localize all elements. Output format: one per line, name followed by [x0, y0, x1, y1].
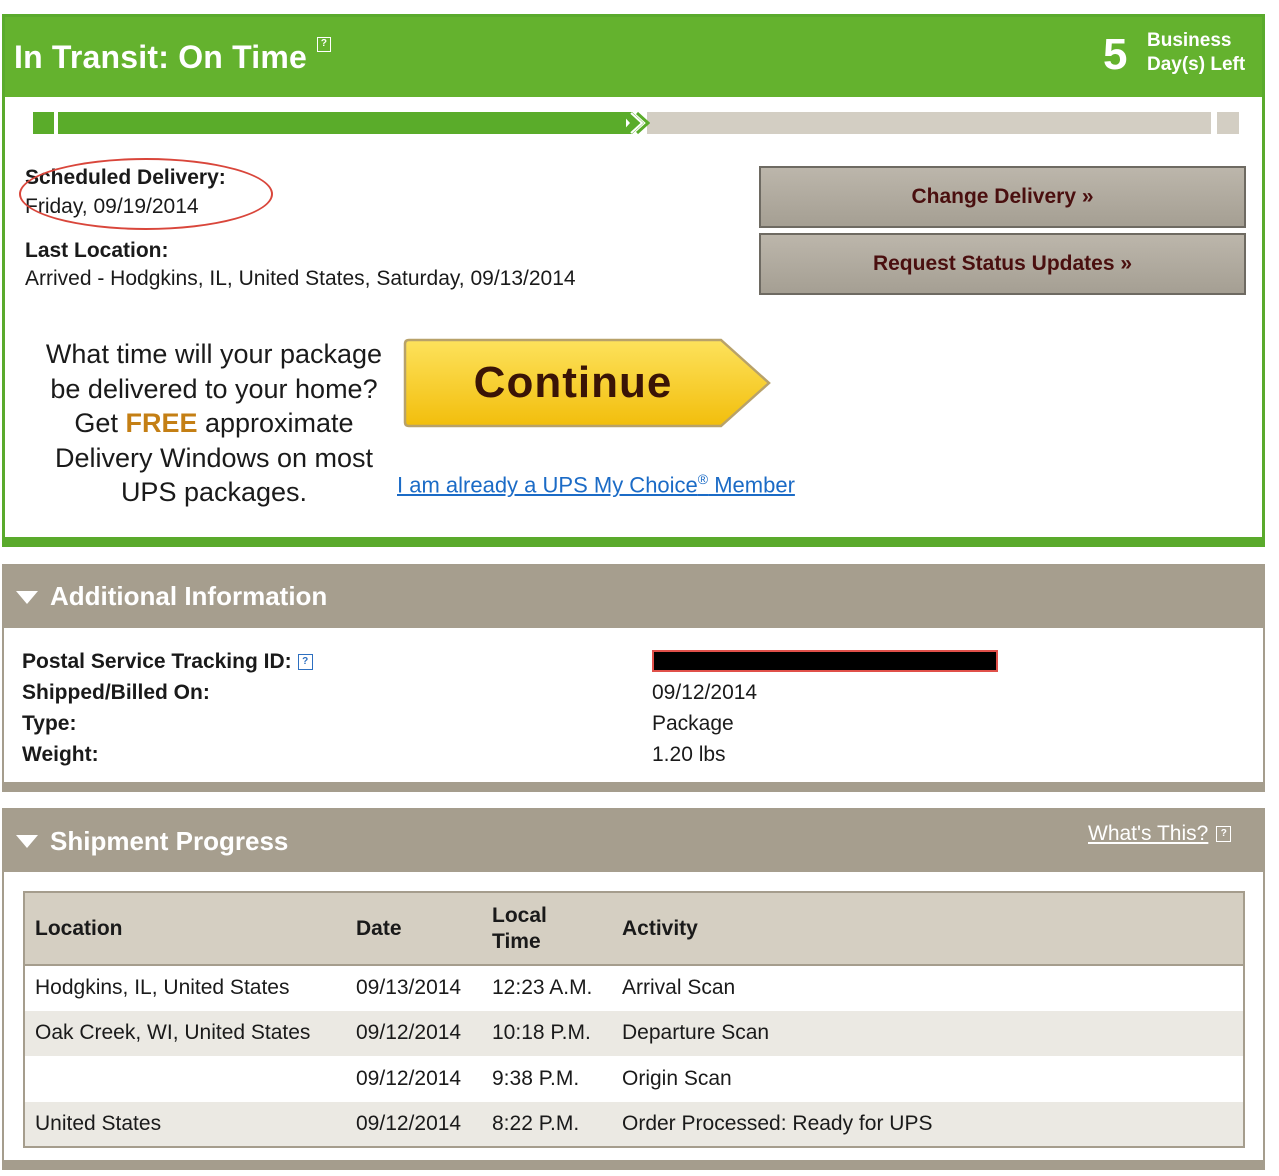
continue-button-label: Continue: [473, 358, 673, 407]
cell-date: 09/13/2014: [356, 976, 462, 1000]
promo-line: be delivered to your home?: [50, 373, 378, 404]
shipment-progress-header[interactable]: Shipment Progress What's This??: [4, 810, 1263, 872]
cell-date: 09/12/2014: [356, 1066, 462, 1090]
progress-fill: [58, 112, 626, 134]
days-left-label: Business Day(s) Left: [1147, 29, 1245, 77]
table-row: Hodgkins, IL, United States 09/13/2014 1…: [24, 965, 1244, 1011]
help-icon[interactable]: ?: [297, 654, 313, 671]
help-icon[interactable]: ?: [317, 37, 332, 52]
weight-value: 1.20 lbs: [652, 743, 726, 766]
last-location-value: Arrived - Hodgkins, IL, United States, S…: [25, 267, 576, 290]
shipped-on-value: 09/12/2014: [652, 681, 758, 704]
cell-date: 09/12/2014: [346, 1101, 482, 1147]
promo-line: Delivery Windows on most: [54, 442, 374, 473]
table-header-row: Location Date Local Time Activity: [24, 892, 1244, 966]
weight-label: Weight:: [22, 743, 99, 766]
progress-start-segment: [33, 112, 54, 134]
promo-line: UPS packages.: [120, 477, 308, 507]
promo-text-segment: approximate: [197, 408, 354, 438]
shipment-progress-title: Shipment Progress: [50, 826, 289, 856]
help-icon[interactable]: ?: [1216, 826, 1232, 843]
promo-text-segment: Get: [74, 408, 126, 438]
cell-activity: Arrival Scan: [622, 976, 736, 1000]
promo-line: What time will your package: [45, 339, 383, 369]
cell-activity: Order Processed: Ready for UPS: [612, 1101, 1244, 1147]
column-header-location: Location: [24, 892, 346, 966]
days-left-count: 5: [1103, 30, 1128, 79]
days-left-label-line1: Business: [1147, 30, 1232, 51]
cell-location: Hodgkins, IL, United States: [35, 976, 290, 1000]
table-row: 09/12/2014 9:38 P.M. Origin Scan: [24, 1056, 1244, 1102]
shipment-progress-section: Shipment Progress What's This?? Location…: [2, 808, 1265, 1170]
cell-location: Oak Creek, WI, United States: [24, 1010, 346, 1056]
cell-location: United States: [24, 1101, 346, 1147]
my-choice-member-link[interactable]: I am already a UPS My Choice® Member: [397, 471, 795, 498]
column-header-local-time: Local Time: [482, 892, 612, 966]
column-header-date: Date: [346, 892, 482, 966]
type-label: Type:: [22, 712, 77, 735]
collapse-triangle-icon[interactable]: [16, 835, 38, 848]
cell-activity: Departure Scan: [612, 1010, 1244, 1056]
collapse-triangle-icon[interactable]: [16, 591, 38, 604]
tracking-id-label-text: Postal Service Tracking ID:: [22, 650, 292, 673]
additional-information-section: Additional Information Postal Service Tr…: [2, 564, 1265, 792]
status-header: In Transit: On Time? 5 Business Day(s) L…: [5, 17, 1262, 97]
shipment-progress-table: Location Date Local Time Activity Hodgkin…: [23, 891, 1245, 1148]
cell-location: [24, 1056, 346, 1102]
column-header-activity: Activity: [612, 892, 1244, 966]
progress-remaining: [647, 112, 1211, 134]
registered-mark: ®: [697, 471, 709, 487]
column-header-local-time-line: Time: [492, 929, 541, 953]
cell-activity: Origin Scan: [622, 1066, 732, 1090]
my-choice-promo-text: What time will your package be delivered…: [19, 337, 409, 510]
additional-information-header[interactable]: Additional Information: [4, 566, 1263, 628]
type-value: Package: [652, 712, 734, 735]
column-header-local-time-line: Local: [492, 903, 547, 927]
whats-this-link[interactable]: What's This??: [1088, 822, 1232, 846]
tracking-id-label: Postal Service Tracking ID:?: [22, 650, 313, 674]
progress-end-segment: [1217, 112, 1239, 134]
table-row: United States 09/12/2014 8:22 P.M. Order…: [24, 1101, 1244, 1147]
continue-button[interactable]: Continue: [403, 337, 773, 429]
cell-time: 10:18 P.M.: [482, 1010, 612, 1056]
change-delivery-button[interactable]: Change Delivery »: [759, 166, 1246, 228]
table-row: Oak Creek, WI, United States 09/12/2014 …: [24, 1010, 1244, 1056]
redacted-tracking-id: [652, 650, 998, 672]
annotation-circle: [19, 158, 273, 230]
request-status-updates-button[interactable]: Request Status Updates »: [759, 233, 1246, 295]
member-link-text: I am already a UPS My Choice: [397, 472, 698, 498]
cell-time: 12:23 A.M.: [492, 976, 593, 1000]
whats-this-text: What's This?: [1088, 822, 1209, 845]
last-location-label: Last Location:: [25, 239, 169, 262]
shipped-on-label: Shipped/Billed On:: [22, 681, 210, 704]
delivery-status-panel: In Transit: On Time? 5 Business Day(s) L…: [2, 14, 1265, 547]
days-left-label-line2: Day(s) Left: [1147, 54, 1246, 75]
promo-free-highlight: FREE: [125, 408, 198, 438]
cell-time: 8:22 P.M.: [482, 1101, 612, 1147]
cell-time: 9:38 P.M.: [492, 1066, 580, 1090]
promo-line: Get FREE approximate: [19, 406, 409, 441]
additional-information-title: Additional Information: [50, 581, 328, 611]
status-title: In Transit: On Time?: [14, 37, 332, 76]
status-title-text: In Transit: On Time: [14, 39, 308, 75]
cell-date: 09/12/2014: [346, 1010, 482, 1056]
chevron-right-icon: [620, 111, 650, 135]
shipment-progress-bar: [33, 111, 1241, 135]
member-link-text: Member: [708, 472, 795, 498]
